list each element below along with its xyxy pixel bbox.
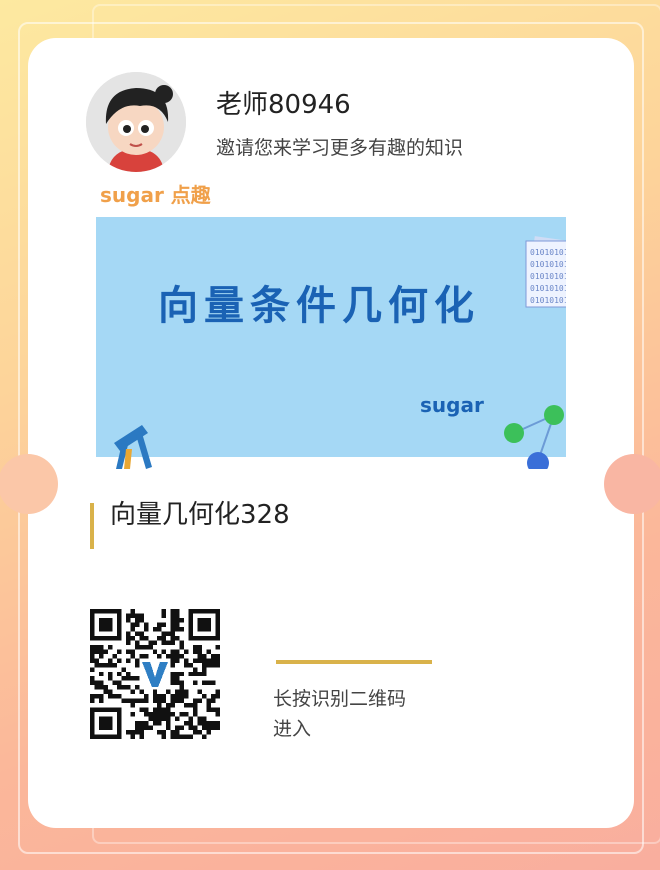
- invite-text: 邀请您来学习更多有趣的知识: [216, 137, 464, 159]
- binary-document-icon: 01010101 01010101 01010101 01010101 0101…: [525, 236, 566, 308]
- compass-ruler-icon: [114, 425, 152, 469]
- course-cover-image[interactable]: sugar 点趣 01010101 01010101 01010101 0101…: [96, 181, 566, 469]
- cover-title: 向量条件几何化: [158, 282, 480, 329]
- scan-instruction: 长按识别二维码: [273, 688, 407, 710]
- svg-text:01010101: 01010101: [530, 284, 566, 293]
- svg-text:01010101: 01010101: [530, 296, 566, 305]
- teacher-name: 老师80946: [216, 90, 351, 120]
- svg-text:01010101: 01010101: [530, 248, 566, 257]
- qr-code[interactable]: [90, 609, 220, 739]
- gold-divider: [276, 660, 432, 664]
- course-title: 向量几何化328: [110, 500, 290, 530]
- network-nodes-icon: [504, 405, 564, 469]
- cover-brand: sugar: [420, 393, 484, 417]
- qr-code-icon: [90, 609, 220, 739]
- card-notch-right: [604, 454, 660, 514]
- scan-instruction-continued: 进入: [273, 718, 312, 740]
- course-title-accent-bar: [90, 503, 94, 549]
- card-notch-left: [0, 454, 58, 514]
- svg-text:01010101: 01010101: [530, 272, 566, 281]
- avatar[interactable]: [86, 72, 186, 172]
- svg-text:01010101: 01010101: [530, 260, 566, 269]
- avatar-cartoon-icon: [86, 72, 186, 172]
